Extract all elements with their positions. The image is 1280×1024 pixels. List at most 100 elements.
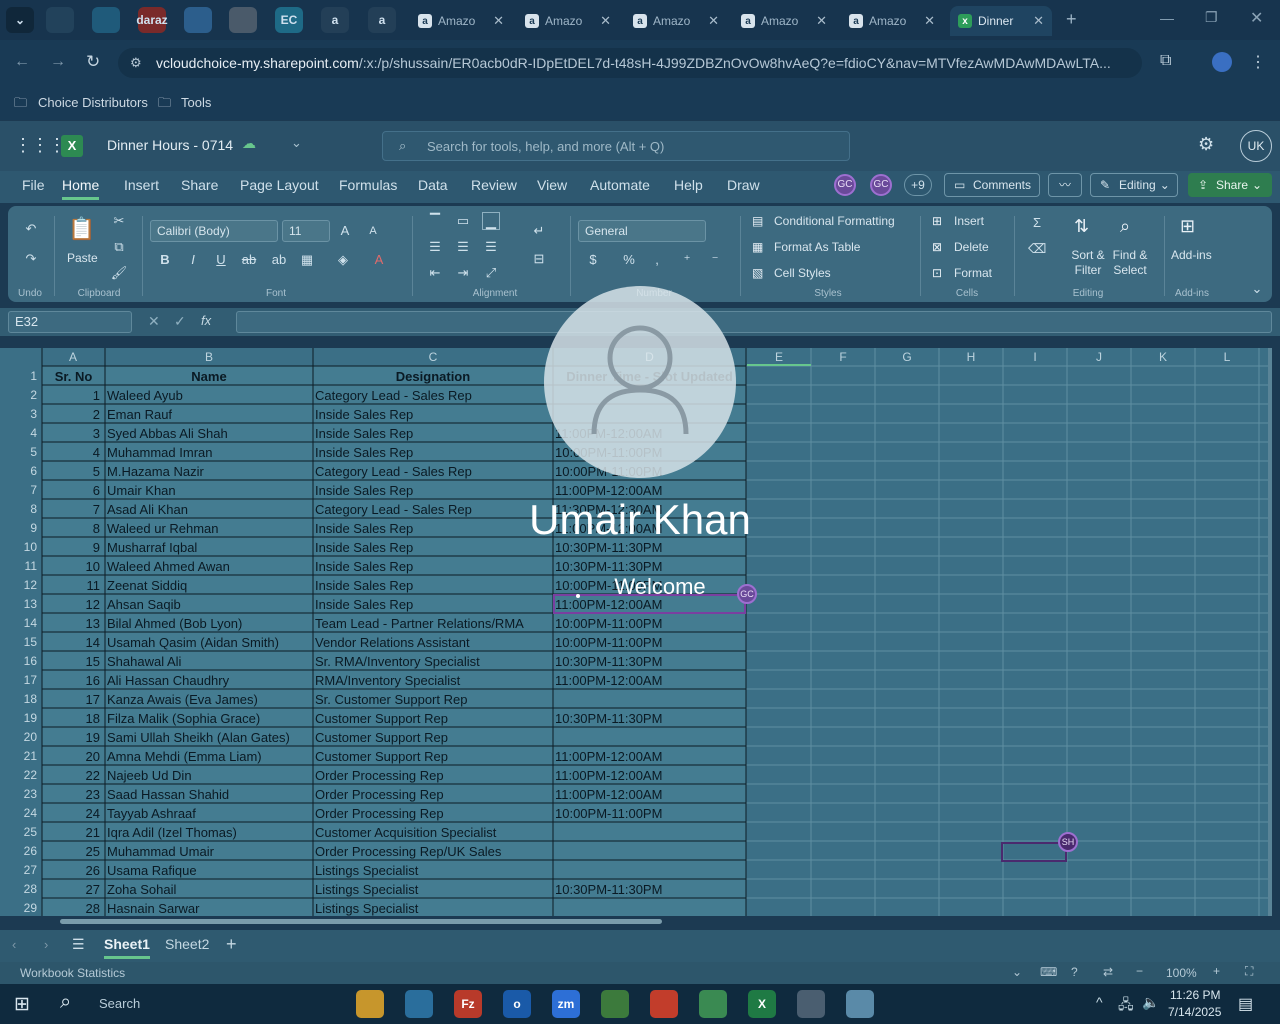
reload-icon[interactable]: ↻ <box>86 52 100 72</box>
table-cell-dinner-time[interactable]: 11:00PM-12:00AM <box>553 747 744 766</box>
table-cell-sr-no[interactable]: 16 <box>42 671 103 690</box>
table-cell-dinner-time[interactable]: 10:00PM-11:00PM <box>553 633 744 652</box>
table-cell-name[interactable]: Saad Hassan Shahid <box>105 785 311 804</box>
row-number[interactable]: 6 <box>0 462 40 481</box>
document-title[interactable]: Dinner Hours - 0714 <box>107 137 233 153</box>
column-header-l[interactable]: L <box>1195 348 1259 366</box>
cell-styles-button[interactable]: Cell Styles <box>774 266 831 280</box>
row-number[interactable]: 13 <box>0 595 40 614</box>
table-cell-sr-no[interactable]: 5 <box>42 462 103 481</box>
outlook-icon[interactable]: o <box>503 990 531 1018</box>
comma-style-icon[interactable]: , <box>648 251 666 269</box>
workbook-statistics[interactable]: Workbook Statistics <box>20 966 125 980</box>
new-tab-button[interactable]: + <box>1066 9 1077 30</box>
table-cell-designation[interactable]: Customer Support Rep <box>313 747 551 766</box>
row-number[interactable]: 17 <box>0 671 40 690</box>
prev-sheet-icon[interactable]: ‹ <box>12 937 16 952</box>
table-cell-sr-no[interactable]: 19 <box>42 728 103 747</box>
align-right-icon[interactable]: ☰ <box>482 238 500 256</box>
table-cell-designation[interactable]: Order Processing Rep <box>313 804 551 823</box>
table-cell-dinner-time[interactable] <box>553 823 744 842</box>
zoom-out-icon[interactable]: − <box>1136 964 1143 978</box>
name-box[interactable]: E32 <box>8 311 132 333</box>
cut-icon[interactable]: ✂ <box>110 212 128 230</box>
table-cell-designation[interactable]: Customer Support Rep <box>313 709 551 728</box>
formula-input[interactable] <box>236 311 1272 333</box>
table-cell-sr-no[interactable]: 28 <box>42 899 103 916</box>
percent-icon[interactable]: % <box>620 251 638 269</box>
format-painter-icon[interactable]: 🖌 <box>110 264 128 282</box>
table-cell-designation[interactable]: RMA/Inventory Specialist <box>313 671 551 690</box>
tab-review[interactable]: Review <box>471 177 517 193</box>
notes-icon[interactable] <box>846 990 874 1018</box>
confirm-entry-icon[interactable]: ✓ <box>174 313 186 330</box>
table-cell-sr-no[interactable]: 2 <box>42 405 103 424</box>
extensions-icon[interactable]: ⧉ <box>1160 52 1171 70</box>
column-header-j[interactable]: J <box>1067 348 1131 366</box>
merge-center-icon[interactable]: ⊟ <box>530 250 548 268</box>
increase-font-icon[interactable]: A <box>336 222 354 240</box>
file-explorer-icon[interactable] <box>356 990 384 1018</box>
row-number[interactable]: 26 <box>0 842 40 861</box>
table-cell-name[interactable]: Waleed ur Rehman <box>105 519 311 538</box>
browser-tab[interactable]: a Amazo ✕ <box>517 6 619 36</box>
tab-home[interactable]: Home <box>62 177 100 200</box>
row-number[interactable]: 28 <box>0 880 40 899</box>
table-cell-sr-no[interactable]: 25 <box>42 842 103 861</box>
row-number[interactable]: 19 <box>0 709 40 728</box>
increase-indent-icon[interactable]: ⇥ <box>454 264 472 282</box>
table-cell-name[interactable]: Muhammad Umair <box>105 842 311 861</box>
sheet-tab-sheet1[interactable]: Sheet1 <box>104 936 150 959</box>
conditional-formatting-button[interactable]: Conditional Formatting <box>774 214 895 228</box>
tab-share[interactable]: Share <box>181 177 218 193</box>
table-cell-sr-no[interactable]: 3 <box>42 424 103 443</box>
table-cell-designation[interactable]: Inside Sales Rep <box>313 424 551 443</box>
column-header-e[interactable]: E <box>747 348 811 366</box>
header-cell[interactable]: Designation <box>313 367 553 386</box>
table-cell-name[interactable]: Waleed Ahmed Awan <box>105 557 311 576</box>
close-tab-icon[interactable]: ✕ <box>600 13 611 29</box>
table-cell-designation[interactable]: Order Processing Rep <box>313 785 551 804</box>
copy-icon[interactable]: ⧉ <box>110 238 128 256</box>
collaborator-avatar[interactable]: GC <box>870 174 892 196</box>
close-tab-icon[interactable]: ✕ <box>1033 13 1044 29</box>
table-cell-sr-no[interactable]: 20 <box>42 747 103 766</box>
clear-icon[interactable]: ⌫ <box>1028 240 1046 258</box>
table-cell-dinner-time[interactable]: 10:30PM-11:30PM <box>553 880 744 899</box>
amazon-icon[interactable]: a <box>321 7 349 33</box>
insert-function-icon[interactable]: fx <box>201 313 211 328</box>
table-cell-name[interactable]: Sami Ullah Sheikh (Alan Gates) <box>105 728 311 747</box>
ec-icon[interactable]: EC <box>275 7 303 33</box>
table-cell-name[interactable]: Syed Abbas Ali Shah <box>105 424 311 443</box>
column-header-k[interactable]: K <box>1131 348 1195 366</box>
ring-icon[interactable] <box>46 7 74 33</box>
row-number[interactable]: 23 <box>0 785 40 804</box>
table-cell-designation[interactable]: Inside Sales Rep <box>313 595 551 614</box>
row-number[interactable]: 3 <box>0 405 40 424</box>
restore-icon[interactable]: ❐ <box>1205 9 1218 26</box>
table-cell-designation[interactable]: Category Lead - Sales Rep <box>313 462 551 481</box>
volume-icon[interactable]: 🔈 <box>1142 994 1159 1011</box>
table-cell-name[interactable]: Ahsan Saqib <box>105 595 311 614</box>
tray-chevron-up-icon[interactable]: ^ <box>1096 994 1103 1010</box>
table-cell-name[interactable]: Hasnain Sarwar <box>105 899 311 916</box>
table-cell-dinner-time[interactable]: 10:30PM-11:30PM <box>553 652 744 671</box>
table-cell-designation[interactable]: Inside Sales Rep <box>313 557 551 576</box>
title-chevron-down-icon[interactable]: ⌄ <box>291 135 302 151</box>
profile-avatar[interactable] <box>1212 52 1232 72</box>
tab-page-layout[interactable]: Page Layout <box>240 177 319 193</box>
table-cell-sr-no[interactable]: 21 <box>42 823 103 842</box>
table-cell-dinner-time[interactable]: 11:00PM-12:00AM <box>553 766 744 785</box>
table-cell-sr-no[interactable]: 7 <box>42 500 103 519</box>
table-cell-sr-no[interactable]: 11 <box>42 576 103 595</box>
add-ins-button[interactable]: Add-ins <box>1171 248 1212 262</box>
table-cell-name[interactable]: Asad Ali Khan <box>105 500 311 519</box>
table-cell-name[interactable]: Usama Rafique <box>105 861 311 880</box>
table-cell-sr-no[interactable]: 23 <box>42 785 103 804</box>
user-avatar[interactable]: UK <box>1240 130 1272 162</box>
bookmark-tools[interactable]: Tools <box>181 95 211 110</box>
table-cell-designation[interactable]: Sr. RMA/Inventory Specialist <box>313 652 551 671</box>
chrome-icon[interactable] <box>650 990 678 1018</box>
more-collaborators-badge[interactable]: +9 <box>904 174 932 196</box>
table-cell-designation[interactable]: Sr. Customer Support Rep <box>313 690 551 709</box>
